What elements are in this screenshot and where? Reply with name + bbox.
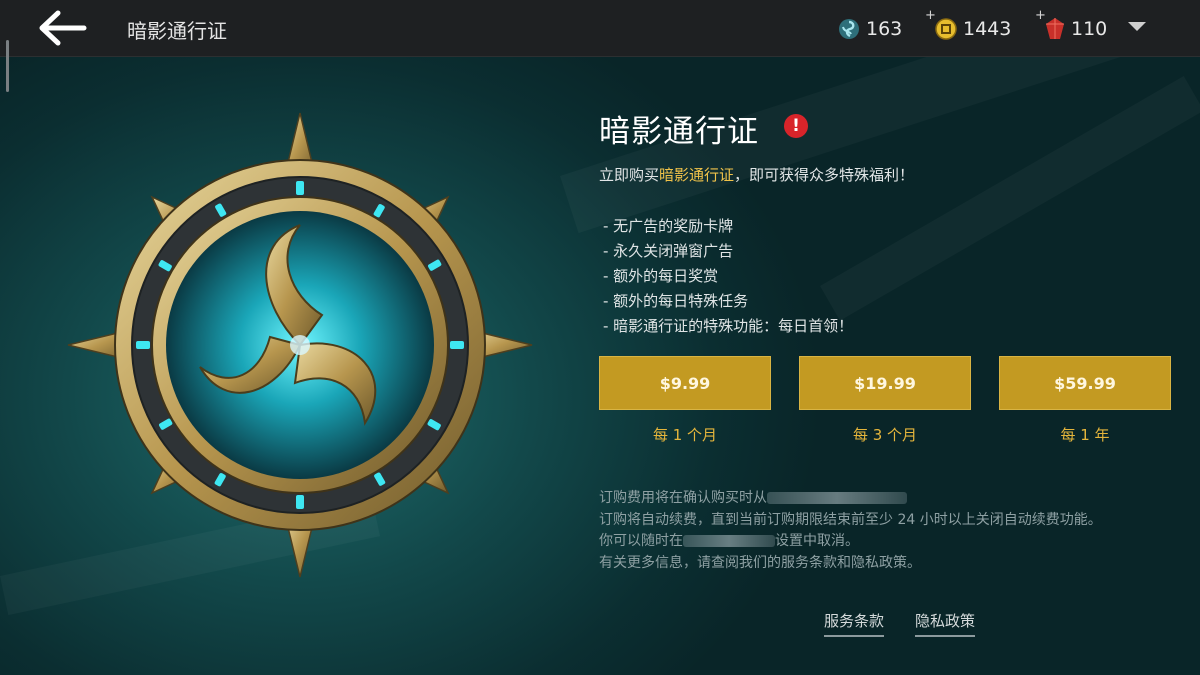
fine-print: 订购费用将在确认购买时从 订购将自动续费，直到当前订购期限结束前至少 24 小时… bbox=[599, 488, 1102, 574]
gem-icon bbox=[1046, 18, 1064, 39]
alert-icon[interactable]: ! bbox=[784, 114, 808, 138]
plan-1-year-period: 每 1 年 bbox=[1060, 426, 1110, 444]
plan-3-month-period: 每 3 个月 bbox=[852, 426, 918, 444]
plan-3-month-button[interactable]: $19.99 bbox=[799, 356, 971, 410]
plan-1-year-button[interactable]: $59.99 bbox=[999, 356, 1171, 410]
intro-highlight: 暗影通行证 bbox=[659, 166, 735, 184]
plan-1-month-period: 每 1 个月 bbox=[652, 426, 718, 444]
back-button[interactable] bbox=[38, 10, 88, 46]
fine-line-3-after: 设置中取消。 bbox=[775, 533, 859, 549]
page-title: 暗影通行证 bbox=[127, 19, 227, 43]
benefit-item: - 永久关闭弹窗广告 bbox=[603, 242, 734, 260]
gem-currency[interactable]: + 110 bbox=[1035, 8, 1108, 42]
coin-icon bbox=[935, 18, 957, 40]
redacted-text bbox=[767, 492, 907, 504]
coin-currency[interactable]: + 1443 bbox=[925, 8, 1012, 42]
privacy-policy-link[interactable]: 隐私政策 bbox=[915, 610, 976, 637]
intro-text: 立即购买暗影通行证，即可获得众多特殊福利！ bbox=[599, 164, 914, 185]
add-gem-icon[interactable]: + bbox=[1035, 8, 1046, 23]
redacted-text bbox=[683, 535, 775, 547]
coin-value: 1443 bbox=[963, 18, 1012, 40]
benefit-item: - 额外的每日特殊任务 bbox=[603, 292, 749, 310]
add-coin-icon[interactable]: + bbox=[925, 8, 936, 23]
fine-line-1: 订购费用将在确认购买时从 bbox=[599, 490, 767, 506]
fine-line-3-before: 你可以随时在 bbox=[599, 533, 683, 549]
chevron-down-icon[interactable] bbox=[1128, 22, 1146, 31]
swirl-currency-icon bbox=[839, 19, 859, 39]
benefit-item: - 暗影通行证的特殊功能：每日首领！ bbox=[603, 317, 854, 335]
intro-before: 立即购买 bbox=[599, 166, 660, 184]
swirl-currency[interactable]: 163 bbox=[838, 16, 902, 42]
gem-value: 110 bbox=[1071, 18, 1108, 40]
swirl-currency-value: 163 bbox=[866, 18, 903, 40]
scroll-indicator[interactable] bbox=[6, 40, 9, 92]
intro-after: ，即可获得众多特殊福利！ bbox=[734, 166, 915, 184]
fine-line-4: 有关更多信息，请查阅我们的服务条款和隐私政策。 bbox=[599, 554, 921, 571]
plan-1-month-button[interactable]: $9.99 bbox=[599, 356, 771, 410]
fine-line-2: 订购将自动续费，直到当前订购期限结束前至少 24 小时以上关闭自动续费功能。 bbox=[599, 511, 1102, 528]
top-bar: 暗影通行证 163 + 1443 + 110 bbox=[0, 0, 1200, 57]
terms-of-service-link[interactable]: 服务条款 bbox=[824, 610, 885, 637]
benefit-item: - 额外的每日奖赏 bbox=[603, 267, 719, 285]
panel-title: 暗影通行证 bbox=[599, 114, 759, 150]
benefit-item: - 无广告的奖励卡牌 bbox=[603, 217, 734, 235]
benefits-list: - 无广告的奖励卡牌 - 永久关闭弹窗广告 - 额外的每日奖赏 - 额外的每日特… bbox=[603, 214, 853, 339]
shadow-pass-emblem bbox=[67, 112, 533, 578]
arrow-left-icon bbox=[39, 10, 87, 46]
